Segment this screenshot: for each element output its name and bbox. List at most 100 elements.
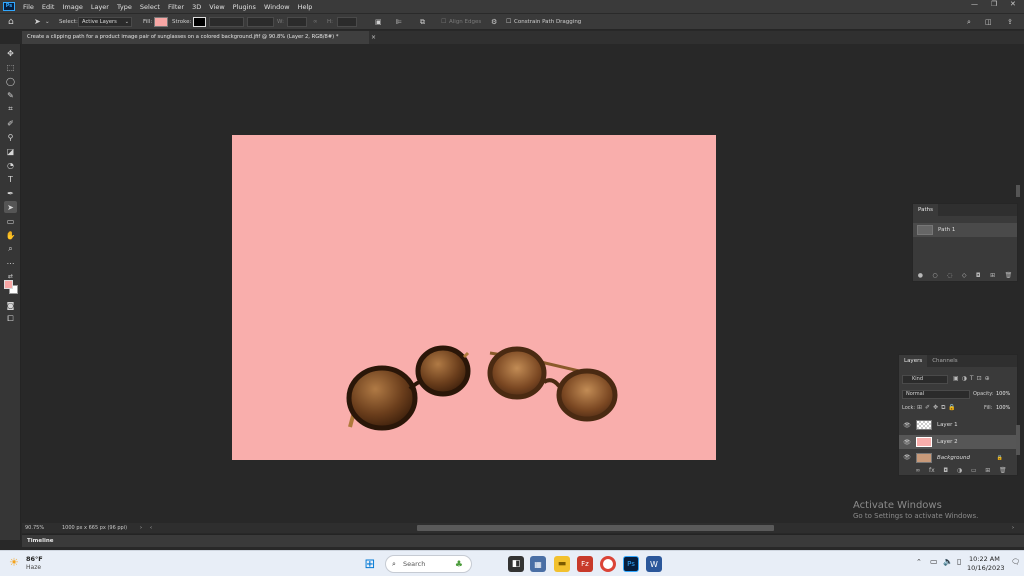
timeline-panel[interactable]: Timeline	[22, 534, 1024, 547]
quick-mask-icon[interactable]: ◙	[4, 299, 17, 311]
lasso-tool-icon[interactable]: ◯	[4, 75, 17, 87]
zoom-level[interactable]: 90.75%	[25, 523, 44, 533]
weather-temp[interactable]: 86°F	[26, 555, 43, 563]
eraser-tool-icon[interactable]: ◪	[4, 145, 17, 157]
zoom-tool-icon[interactable]: ⌕	[4, 243, 17, 255]
restore-button[interactable]: ❐	[991, 0, 997, 8]
stamp-tool-icon[interactable]: ⚲	[4, 131, 17, 143]
minimize-button[interactable]: —	[971, 0, 978, 8]
network-icon[interactable]: ▭	[930, 557, 938, 566]
add-mask-icon[interactable]: ◘	[943, 467, 948, 474]
select-dropdown[interactable]: Active Layers ⌄	[78, 17, 132, 27]
clock-date[interactable]: 10/16/2023	[967, 564, 1004, 572]
new-group-icon[interactable]: ▭	[971, 467, 977, 474]
lock-icons[interactable]: ⊞✐✥⧉🔒	[917, 404, 959, 412]
move-tool-icon[interactable]: ✥	[4, 47, 17, 59]
menu-window[interactable]: Window	[260, 3, 294, 11]
dodge-tool-icon[interactable]: ◔	[4, 159, 17, 171]
tab-channels[interactable]: Channels	[927, 355, 962, 367]
workspace-icon[interactable]: ◫	[985, 17, 992, 27]
rectangle-tool-icon[interactable]: ▭	[4, 215, 17, 227]
windows-start-icon[interactable]: ⊞	[362, 556, 378, 572]
screen-mode-icon[interactable]: ⧠	[4, 313, 17, 325]
load-selection-icon[interactable]: ◌	[947, 272, 952, 279]
weather-icon[interactable]: ☀	[9, 556, 19, 569]
path-selection-tool-icon[interactable]: ➤	[34, 17, 41, 27]
menu-help[interactable]: Help	[294, 3, 317, 11]
chrome-icon[interactable]	[600, 556, 616, 572]
chevron-down-icon[interactable]: ⌄	[45, 17, 50, 27]
menu-plugins[interactable]: Plugins	[229, 3, 260, 11]
fill-path-icon[interactable]: ●	[918, 272, 923, 279]
hand-tool-icon[interactable]: ✋	[4, 229, 17, 241]
search-icon[interactable]: ⌕	[967, 17, 971, 27]
foreground-color-swatch[interactable]	[4, 280, 13, 289]
menu-3d[interactable]: 3D	[188, 3, 205, 11]
canvas-area[interactable]	[22, 44, 1014, 522]
home-icon[interactable]: ⌂	[8, 17, 14, 27]
chevron-up-icon[interactable]: ⌃	[916, 558, 922, 566]
stroke-swatch[interactable]	[193, 17, 206, 27]
new-path-icon[interactable]: ⊞	[990, 272, 995, 279]
stroke-width-field[interactable]	[209, 17, 244, 27]
path-arrangement-icon[interactable]: ⧉	[420, 17, 425, 27]
fill-swatch[interactable]	[154, 17, 168, 27]
menu-filter[interactable]: Filter	[164, 3, 188, 11]
path-selection-tool-icon[interactable]: ➤	[4, 201, 17, 213]
quick-selection-tool-icon[interactable]: ✎	[4, 89, 17, 101]
crop-tool-icon[interactable]: ⌗	[4, 103, 17, 115]
share-icon[interactable]: ⇪	[1007, 17, 1013, 27]
timeline-tab[interactable]: Timeline	[27, 538, 54, 544]
menu-file[interactable]: File	[19, 3, 38, 11]
path-operations-icon[interactable]: ▣	[375, 17, 382, 27]
link-layers-icon[interactable]: ∞	[915, 467, 920, 474]
align-edges-checkbox[interactable]: ☐	[441, 17, 446, 27]
close-window-button[interactable]: ✕	[1010, 0, 1016, 8]
blend-mode-dropdown[interactable]: Normal	[902, 390, 970, 399]
filter-icons[interactable]: ▣◑T⊡⊕	[953, 375, 993, 382]
visibility-eye-icon[interactable]: 👁	[902, 422, 912, 429]
layer-row-selected[interactable]: 👁 Layer 2	[899, 435, 1017, 449]
height-field[interactable]	[337, 17, 357, 27]
menu-layer[interactable]: Layer	[87, 3, 113, 11]
scroll-left-icon[interactable]: ‹	[150, 523, 152, 533]
layers-scrollbar[interactable]	[1016, 425, 1020, 455]
path-alignment-icon[interactable]: ⊫	[396, 17, 402, 27]
path-row[interactable]: Path 1	[913, 223, 1017, 237]
tab-layers[interactable]: Layers	[899, 355, 928, 367]
add-mask-icon[interactable]: ◘	[976, 272, 981, 279]
marquee-tool-icon[interactable]: ⬚	[4, 61, 17, 73]
tab-paths[interactable]: Paths	[913, 204, 938, 216]
menu-select[interactable]: Select	[136, 3, 164, 11]
adjustment-layer-icon[interactable]: ◑	[957, 467, 962, 474]
gear-icon[interactable]: ⚙	[491, 17, 497, 27]
chevron-right-icon[interactable]: ›	[140, 523, 142, 533]
new-layer-icon[interactable]: ⊞	[985, 467, 990, 474]
horizontal-scrollbar[interactable]	[417, 525, 774, 531]
link-icon[interactable]: ∞	[313, 17, 318, 27]
make-path-icon[interactable]: ◇	[962, 272, 967, 279]
width-field[interactable]	[287, 17, 307, 27]
panel-scrollbar[interactable]	[1016, 185, 1020, 197]
visibility-eye-icon[interactable]: 👁	[902, 439, 912, 446]
delete-layer-icon[interactable]: 🗑	[999, 467, 1007, 474]
more-tools-icon[interactable]: ⋯	[4, 257, 17, 269]
document-info[interactable]: 1000 px x 665 px (96 ppi)	[62, 523, 127, 533]
layer-row[interactable]: 👁 Background 🔒	[899, 452, 1017, 463]
document-canvas[interactable]	[232, 135, 716, 460]
taskbar-search[interactable]: ⌕ Search ♣	[385, 555, 472, 573]
menu-edit[interactable]: Edit	[38, 3, 59, 11]
clock-time[interactable]: 10:22 AM	[969, 555, 1000, 563]
menu-image[interactable]: Image	[58, 3, 86, 11]
constrain-path-checkbox[interactable]: ☐	[506, 17, 511, 27]
menu-view[interactable]: View	[205, 3, 228, 11]
stroke-style-dropdown[interactable]	[247, 17, 274, 27]
word-icon[interactable]: W	[646, 556, 662, 572]
stroke-path-icon[interactable]: ○	[932, 272, 937, 279]
close-tab-icon[interactable]: ×	[371, 31, 376, 44]
opacity-field[interactable]: 100%	[996, 391, 1010, 397]
volume-icon[interactable]: 🔈	[943, 557, 953, 566]
pen-tool-icon[interactable]: ✒	[4, 187, 17, 199]
scroll-right-icon[interactable]: ›	[1012, 523, 1014, 533]
type-tool-icon[interactable]: T	[4, 173, 17, 185]
